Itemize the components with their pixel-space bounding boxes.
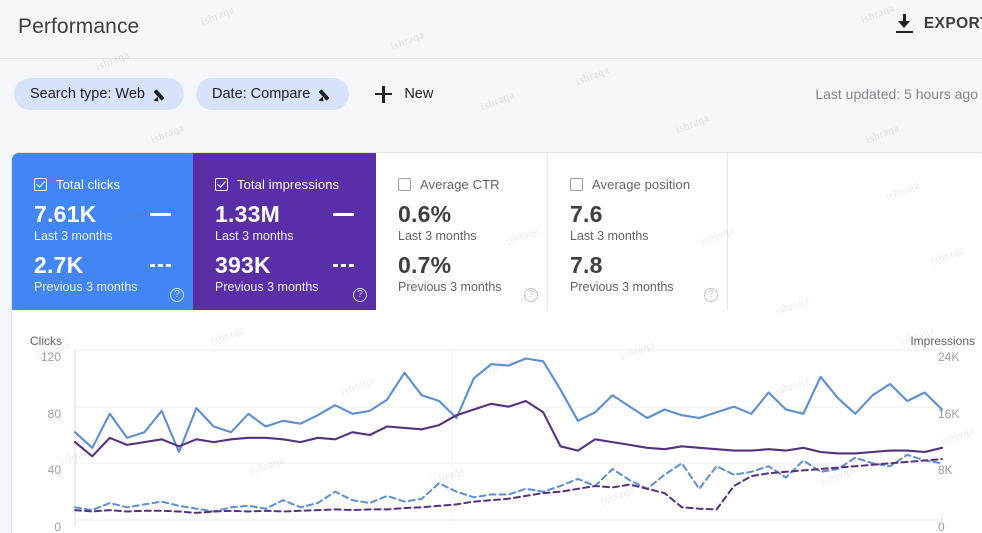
- checkbox-unchecked-icon[interactable]: [398, 178, 411, 191]
- checkbox-checked-icon[interactable]: [215, 178, 228, 191]
- metric-card-average-position-title: Average position: [592, 177, 691, 192]
- page-title: Performance: [18, 15, 140, 38]
- metric-current-value: 7.61K: [34, 201, 97, 227]
- help-icon[interactable]: ?: [524, 288, 538, 302]
- legend-dashed-line-icon: [333, 264, 354, 267]
- metric-current-row: 1.33M: [215, 201, 376, 228]
- help-icon[interactable]: ?: [704, 288, 718, 302]
- export-button[interactable]: EXPORT: [895, 14, 982, 33]
- filter-chip-date[interactable]: Date: Compare: [196, 78, 350, 110]
- plus-icon: [375, 85, 393, 103]
- pencil-icon: [153, 88, 168, 103]
- metric-card-average-position-header: Average position: [570, 177, 727, 192]
- metric-previous-row: 2.7K: [34, 252, 193, 279]
- metric-card-total-impressions-header: Total impressions: [215, 177, 376, 192]
- metric-current-period: Last 3 months: [398, 229, 477, 243]
- metric-current-value: 0.6%: [398, 201, 452, 227]
- metric-card-average-position[interactable]: Average position 7.6 Last 3 months 7.8 P…: [548, 153, 728, 310]
- metric-previous-value: 0.7%: [398, 252, 452, 278]
- help-icon[interactable]: ?: [353, 288, 367, 302]
- filter-chips: Search type: Web Date: Compare New: [14, 78, 439, 110]
- new-filter-button[interactable]: New: [369, 78, 439, 110]
- metric-current-value: 1.33M: [215, 201, 280, 227]
- metric-card-average-ctr-header: Average CTR: [398, 177, 547, 192]
- metric-current-row: 7.61K: [34, 201, 193, 228]
- new-filter-label: New: [404, 86, 434, 102]
- legend-solid-line-icon: [333, 213, 354, 216]
- metric-previous-period: Previous 3 months: [215, 280, 319, 294]
- checkbox-unchecked-icon[interactable]: [570, 178, 583, 191]
- metric-previous-row: 393K: [215, 252, 376, 279]
- last-updated-text: Last updated: 5 hours ago: [815, 86, 978, 102]
- checkbox-checked-icon[interactable]: [34, 178, 47, 191]
- download-icon: [895, 14, 913, 33]
- metric-previous-value: 393K: [215, 252, 271, 278]
- metric-previous-value: 2.7K: [34, 252, 84, 278]
- performance-page: Performance EXPORT Search type: Web Date…: [0, 0, 982, 533]
- metric-card-total-clicks-title: Total clicks: [56, 177, 121, 192]
- performance-panel: Total clicks 7.61K Last 3 months 2.7K Pr…: [11, 152, 982, 533]
- metric-previous-value: 7.8: [570, 252, 603, 278]
- export-label: EXPORT: [923, 14, 982, 32]
- metric-card-total-clicks[interactable]: Total clicks 7.61K Last 3 months 2.7K Pr…: [12, 153, 193, 310]
- metric-card-average-ctr[interactable]: Average CTR 0.6% Last 3 months 0.7% Prev…: [376, 153, 548, 310]
- metric-current-period: Last 3 months: [570, 229, 649, 243]
- metric-current-period: Last 3 months: [34, 229, 113, 243]
- performance-chart[interactable]: Clicks Impressions 120 80 40 0 24K 16K 8…: [12, 310, 982, 533]
- metric-previous-row: 0.7%: [398, 252, 547, 279]
- metric-card-total-impressions[interactable]: Total impressions 1.33M Last 3 months 39…: [193, 153, 376, 310]
- metric-card-average-ctr-title: Average CTR: [420, 177, 500, 192]
- filter-chip-search-type[interactable]: Search type: Web: [14, 78, 184, 110]
- chart-plot-area: [73, 349, 944, 526]
- pencil-icon: [318, 88, 333, 103]
- help-icon[interactable]: ?: [170, 288, 184, 302]
- filter-chip-search-type-label: Search type: Web: [30, 86, 145, 102]
- metric-card-total-impressions-title: Total impressions: [237, 177, 340, 192]
- metric-current-row: 0.6%: [398, 201, 547, 228]
- legend-solid-line-icon: [150, 213, 171, 216]
- page-header: Performance EXPORT: [0, 0, 982, 59]
- filter-bar: Search type: Web Date: Compare New Last …: [0, 60, 982, 138]
- metric-previous-row: 7.8: [570, 252, 727, 279]
- metric-previous-period: Previous 3 months: [34, 280, 138, 294]
- metric-card-total-clicks-header: Total clicks: [34, 177, 193, 192]
- metric-cards: Total clicks 7.61K Last 3 months 2.7K Pr…: [12, 153, 982, 310]
- metric-current-period: Last 3 months: [215, 229, 294, 243]
- filter-chip-date-label: Date: Compare: [212, 86, 311, 102]
- legend-dashed-line-icon: [150, 264, 171, 267]
- metric-current-value: 7.6: [570, 201, 603, 227]
- metric-current-row: 7.6: [570, 201, 727, 228]
